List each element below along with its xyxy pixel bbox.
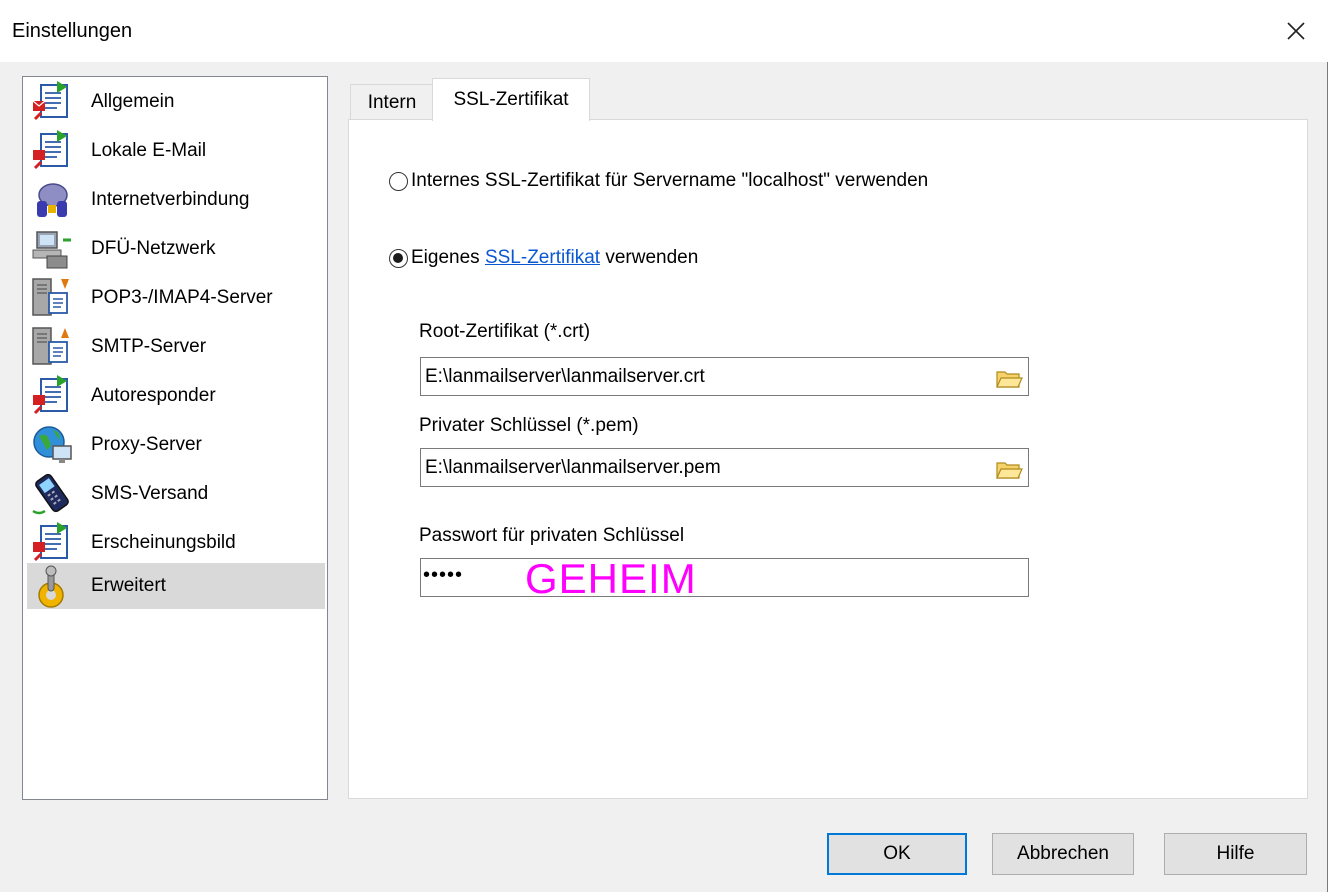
sidebar-item-label: Lokale E-Mail xyxy=(91,140,207,161)
browse-private-key-button[interactable] xyxy=(994,457,1024,481)
sidebar-item-label: POP3-/IMAP4-Server xyxy=(91,287,273,308)
private-key-value: E:\lanmailserver\lanmailserver.pem xyxy=(425,457,721,478)
sidebar-item-allgemein[interactable]: Allgemein xyxy=(27,79,325,125)
mail-document-icon xyxy=(27,79,77,125)
radio-own-certificate[interactable]: Eigenes SSL-Zertifikat verwenden xyxy=(389,247,698,269)
root-cert-field[interactable]: E:\lanmailserver\lanmailserver.crt xyxy=(420,357,1029,396)
private-key-label: Privater Schlüssel (*.pem) xyxy=(419,415,639,436)
radio-button-selected[interactable] xyxy=(389,248,408,268)
tab-ssl-zertifikat[interactable]: SSL-Zertifikat xyxy=(432,78,590,121)
cancel-button[interactable]: Abbrechen xyxy=(992,833,1134,875)
sidebar-item-lokale-email[interactable]: Lokale E-Mail xyxy=(27,128,325,174)
password-annotation: GEHEIM xyxy=(525,555,697,602)
help-button[interactable]: Hilfe xyxy=(1164,833,1307,875)
radio-button[interactable] xyxy=(389,171,408,191)
ssl-settings-panel: Internes SSL-Zertifikat für Servername "… xyxy=(348,119,1308,799)
sidebar-item-erweitert[interactable]: Erweitert xyxy=(27,563,325,609)
server-upload-icon xyxy=(27,324,77,370)
window-title: Einstellungen xyxy=(12,20,133,42)
sidebar-item-autoresponder[interactable]: Autoresponder xyxy=(27,373,325,419)
sidebar-item-label: SMS-Versand xyxy=(91,483,209,504)
radio-internal-certificate[interactable]: Internes SSL-Zertifikat für Servername "… xyxy=(389,170,928,192)
password-label: Passwort für privaten Schlüssel xyxy=(419,525,685,546)
sidebar-item-internetverbindung[interactable]: Internetverbindung xyxy=(27,177,325,223)
root-cert-value: E:\lanmailserver\lanmailserver.crt xyxy=(425,366,705,387)
cancel-button-label: Abbrechen xyxy=(1017,843,1109,864)
title-bar: Einstellungen xyxy=(0,0,1328,62)
sidebar-item-label: Allgemein xyxy=(91,91,175,112)
sidebar-item-label: Internetverbindung xyxy=(91,189,250,210)
close-button[interactable] xyxy=(1264,0,1328,62)
sidebar-item-proxy-server[interactable]: Proxy-Server xyxy=(27,422,325,468)
password-field[interactable]: ••••• GEHEIM xyxy=(420,555,1029,602)
tab-label: Intern xyxy=(367,91,417,113)
sidebar-item-sms-versand[interactable]: SMS-Versand xyxy=(27,471,325,517)
server-download-icon xyxy=(27,275,77,321)
close-icon xyxy=(1287,22,1305,40)
sidebar-item-label: Proxy-Server xyxy=(91,434,202,455)
radio-internal-label: Internes SSL-Zertifikat für Servername "… xyxy=(411,170,929,191)
sidebar-item-label: Erweitert xyxy=(91,575,166,596)
sidebar-item-label: Autoresponder xyxy=(91,385,216,406)
mail-document-icon xyxy=(27,373,77,419)
sidebar-item-label: Erscheinungsbild xyxy=(91,532,236,553)
browse-root-cert-button[interactable] xyxy=(994,366,1024,390)
mail-document-icon xyxy=(27,520,77,566)
private-key-field[interactable]: E:\lanmailserver\lanmailserver.pem xyxy=(420,448,1029,487)
root-cert-label: Root-Zertifikat (*.crt) xyxy=(419,321,591,342)
globe-monitor-icon xyxy=(27,422,77,468)
mobile-phone-icon xyxy=(27,471,77,517)
sidebar-item-smtp-server[interactable]: SMTP-Server xyxy=(27,324,325,370)
ok-button[interactable]: OK xyxy=(827,833,967,875)
sidebar-item-dfue-netzwerk[interactable]: DFÜ-Netzwerk xyxy=(27,226,325,272)
ok-button-label: OK xyxy=(883,843,911,864)
radio-own-label-prefix: Eigenes xyxy=(411,247,485,268)
gear-joystick-icon xyxy=(27,563,77,609)
tab-label: SSL-Zertifikat xyxy=(453,89,569,110)
ssl-certificate-link[interactable]: SSL-Zertifikat xyxy=(485,247,600,269)
help-button-label: Hilfe xyxy=(1216,843,1255,864)
sidebar-item-pop3-imap4[interactable]: POP3-/IMAP4-Server xyxy=(27,275,325,321)
sidebar-item-label: DFÜ-Netzwerk xyxy=(91,238,216,259)
category-list[interactable]: Allgemein Lokale E-Mail Internetverbindu… xyxy=(22,76,328,800)
password-masked-value: ••••• xyxy=(423,564,464,586)
mail-document-icon xyxy=(27,128,77,174)
tab-intern[interactable]: Intern xyxy=(350,84,434,120)
sidebar-item-label: SMTP-Server xyxy=(91,336,207,357)
network-computer-icon xyxy=(27,226,77,272)
connector-plug-icon xyxy=(27,177,77,223)
folder-open-icon xyxy=(996,462,1023,479)
folder-open-icon xyxy=(996,371,1023,388)
radio-own-label-suffix: verwenden xyxy=(600,247,699,268)
sidebar-item-erscheinungsbild[interactable]: Erscheinungsbild xyxy=(27,520,325,566)
